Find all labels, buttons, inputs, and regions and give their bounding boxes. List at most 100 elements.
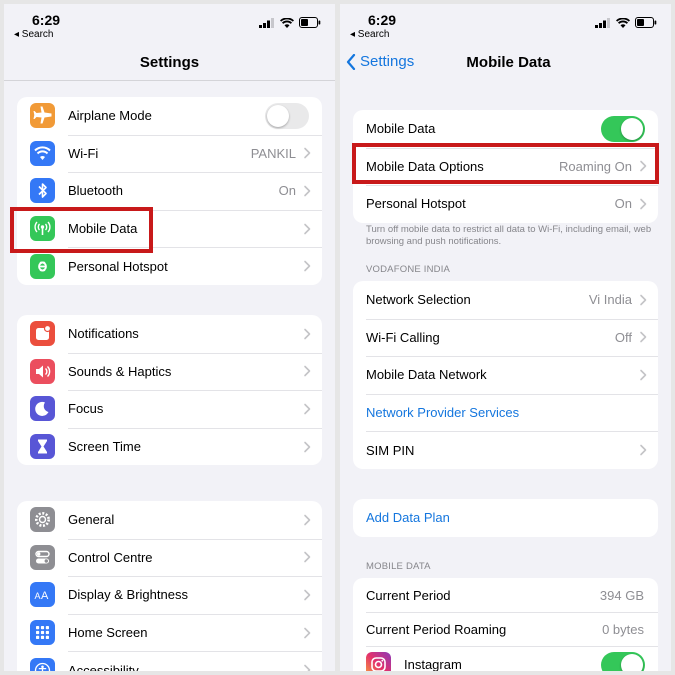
chevron-right-icon	[304, 664, 311, 671]
notifications-icon	[30, 321, 55, 347]
row-notifications[interactable]: Notifications	[17, 315, 322, 353]
speaker-icon	[30, 358, 55, 384]
chevron-right-icon	[304, 260, 311, 272]
back-to-search-link[interactable]: ◂ Search	[350, 29, 389, 40]
row-airplane-mode[interactable]: Airplane Mode	[17, 97, 322, 135]
status-time: 6:29	[368, 12, 397, 28]
chevron-right-icon	[304, 589, 311, 601]
row-sim-pin[interactable]: SIM PIN	[353, 431, 658, 469]
row-accessibility[interactable]: Accessibility	[17, 651, 322, 671]
settings-group-connectivity: Airplane Mode Wi-Fi PANKIL Bluetooth On Mobil…	[17, 97, 322, 285]
toggle-switch[interactable]	[265, 102, 309, 129]
row-network-selection[interactable]: Network Selection Vi India	[353, 281, 658, 319]
accessibility-icon	[30, 657, 55, 671]
row-display-and-brightness[interactable]: A A Display & Brightness	[17, 576, 322, 614]
toggle-knob	[621, 117, 643, 140]
row-label: Current Period	[366, 587, 451, 603]
app-grid-icon	[30, 620, 55, 646]
add-data-plan-group: Add Data Plan	[353, 499, 658, 537]
airplane-icon	[30, 103, 55, 129]
add-data-plan-button[interactable]: Add Data Plan	[353, 499, 658, 537]
chevron-right-icon	[304, 185, 311, 197]
chevron-right-icon	[304, 441, 311, 452]
row-current-period[interactable]: Current Period 394 GB	[353, 578, 658, 612]
chevron-right-icon	[304, 148, 311, 159]
row-value: PANKIL	[250, 145, 296, 161]
row-label: Focus	[68, 401, 104, 417]
carrier-group: Network Selection Vi India Wi-Fi Calling Of…	[353, 281, 658, 469]
chevron-right-icon	[640, 294, 647, 306]
row-general[interactable]: General	[17, 501, 322, 539]
row-control-centre[interactable]: Control Centre	[17, 538, 322, 577]
row-personal-hotspot[interactable]: Personal Hotspot On	[353, 185, 658, 223]
mobile-data-screen: 6:29 ◂ Search Settings Mobile Data Mobil…	[340, 4, 671, 671]
row-label: Screen Time	[68, 439, 141, 455]
switches-icon	[30, 544, 55, 570]
row-label: SIM PIN	[366, 442, 415, 458]
row-current-period-roaming[interactable]: Current Period Roaming 0 bytes	[353, 612, 658, 646]
row-value: 394 GB	[599, 587, 644, 603]
signal-icon	[595, 17, 610, 28]
chevron-right-icon	[304, 552, 311, 563]
row-wi-fi-calling[interactable]: Wi-Fi Calling Off	[353, 318, 658, 357]
row-value: On	[614, 196, 632, 212]
chevron-right-icon	[304, 627, 311, 638]
row-sounds-and-haptics[interactable]: Sounds & Haptics	[17, 352, 322, 391]
wifi-icon	[30, 140, 55, 166]
chevron-right-icon	[640, 369, 647, 381]
text-size-icon: AA	[30, 582, 55, 608]
chevron-right-icon	[640, 444, 647, 456]
chevron-right-icon	[304, 366, 311, 377]
row-wi-fi[interactable]: Wi-Fi PANKIL	[17, 134, 322, 173]
usage-group: Current Period 394 GB Current Period Roami…	[353, 578, 658, 671]
usage-section-header: MOBILE DATA	[366, 561, 431, 572]
battery-icon	[299, 17, 321, 28]
row-network-provider-services[interactable]: Network Provider Services	[353, 393, 658, 432]
row-screen-time[interactable]: Screen Time	[17, 427, 322, 466]
row-label: Current Period Roaming	[366, 621, 507, 637]
status-icons	[595, 17, 657, 28]
row-value: Vi India	[588, 292, 632, 308]
status-icons	[259, 17, 321, 28]
row-label: Control Centre	[68, 549, 153, 565]
row-focus[interactable]: Focus	[17, 390, 322, 428]
add-data-plan-label: Add Data Plan	[366, 510, 450, 526]
row-mobile-data[interactable]: Mobile Data	[353, 110, 658, 148]
wifi-status-icon	[616, 17, 630, 28]
highlight-mobile-data	[10, 207, 153, 253]
toggle-switch[interactable]	[601, 651, 645, 671]
signal-icon	[259, 17, 274, 28]
back-to-search-link[interactable]: ◂ Search	[14, 29, 53, 40]
nav-divider	[4, 80, 335, 81]
toggle-switch[interactable]	[601, 115, 645, 142]
row-label: Bluetooth	[68, 183, 123, 199]
battery-icon	[635, 17, 657, 28]
row-value: 0 bytes	[602, 621, 644, 637]
row-label: Sounds & Haptics	[68, 363, 172, 379]
chevron-right-icon	[304, 328, 311, 340]
hotspot-icon	[30, 253, 55, 279]
row-label: Mobile Data Network	[366, 367, 487, 383]
gear-icon	[30, 507, 55, 533]
wifi-status-icon	[280, 17, 294, 28]
row-bluetooth[interactable]: Bluetooth On	[17, 172, 322, 210]
row-label: Display & Brightness	[68, 587, 188, 603]
chevron-right-icon	[304, 223, 311, 234]
row-label: Network Provider Services	[366, 405, 520, 421]
row-label: Wi-Fi Calling	[366, 329, 440, 345]
chevron-right-icon	[640, 198, 647, 210]
row-mobile-data-network[interactable]: Mobile Data Network	[353, 356, 658, 394]
chevron-right-icon	[304, 514, 311, 526]
toggle-knob	[267, 104, 289, 127]
row-personal-hotspot[interactable]: Personal Hotspot	[17, 247, 322, 285]
row-home-screen[interactable]: Home Screen	[17, 613, 322, 652]
row-label: Personal Hotspot	[366, 196, 466, 212]
row-instagram[interactable]: Instagram	[353, 646, 658, 671]
page-title: Settings	[139, 54, 200, 71]
page-title: Mobile Data	[466, 54, 551, 71]
settings-screen: 6:29 ◂ Search Settings Airplane Mode Wi-F…	[4, 4, 335, 671]
instagram-icon	[366, 652, 391, 671]
highlight-mobile-data-options	[352, 143, 659, 184]
row-label: Mobile Data	[366, 121, 436, 137]
chevron-right-icon	[640, 332, 647, 343]
